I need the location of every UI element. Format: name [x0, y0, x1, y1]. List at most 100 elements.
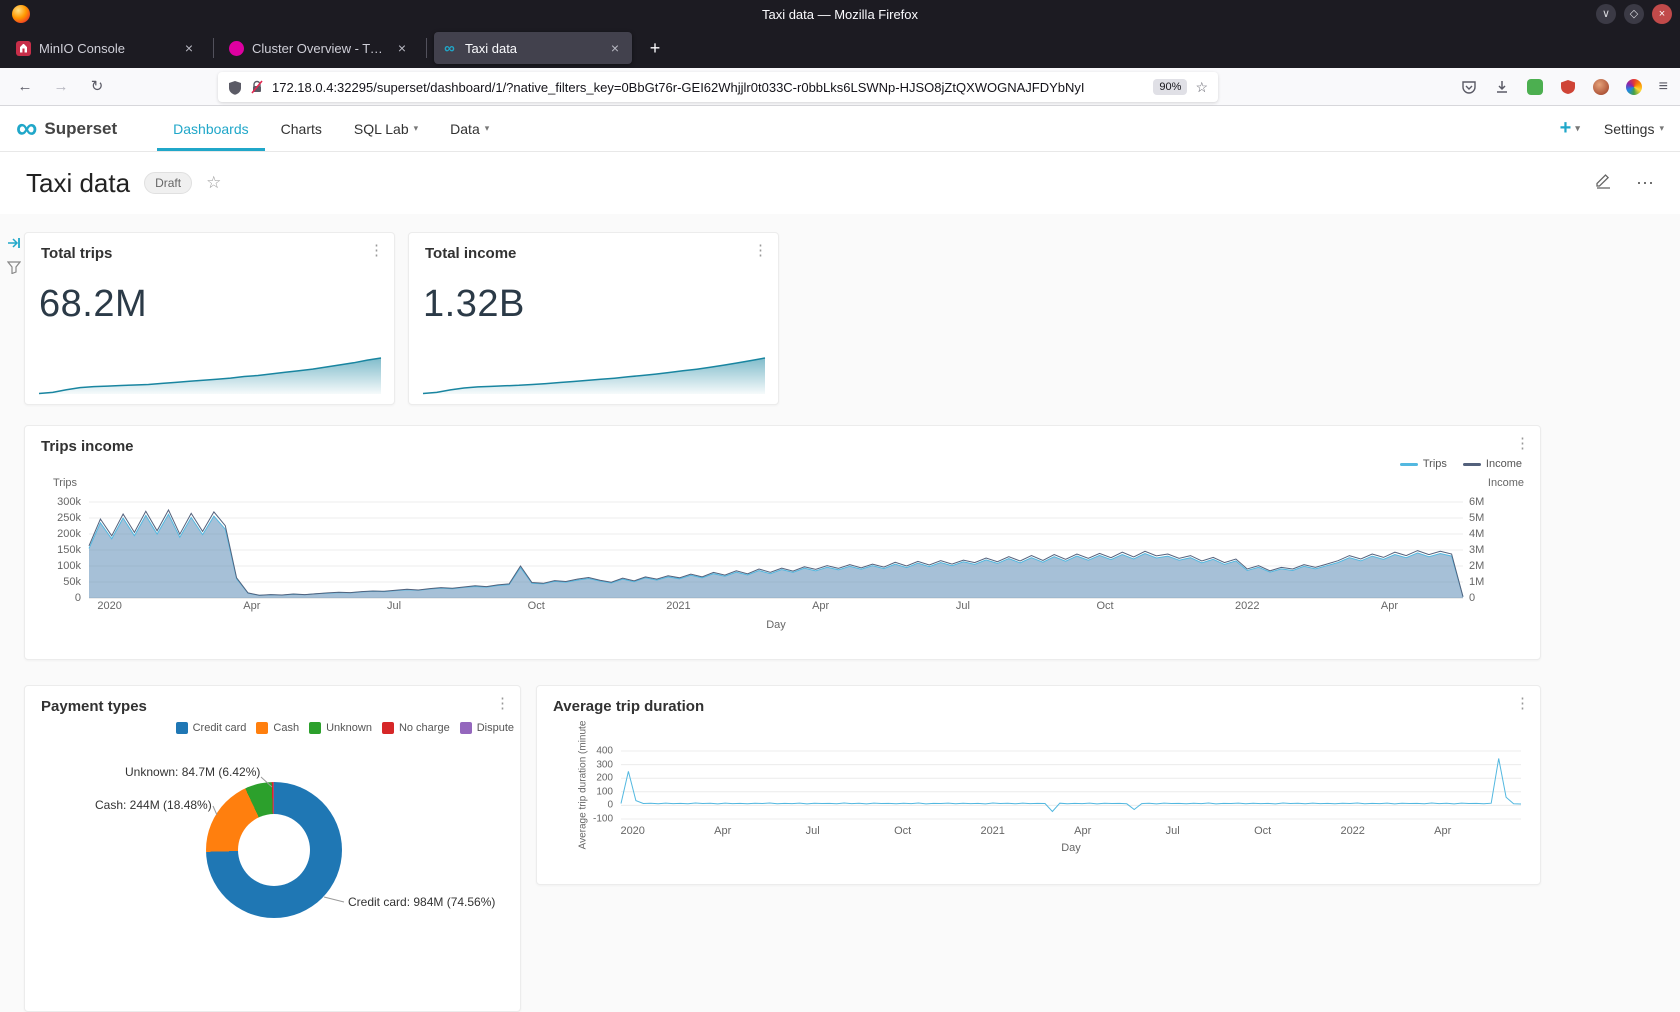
window-title: Taxi data — Mozilla Firefox	[0, 7, 1680, 22]
axis-tick-label: 4M	[1469, 528, 1484, 540]
axis-tick-label: 0	[75, 592, 81, 604]
privacy-extension-icon[interactable]	[1527, 79, 1543, 95]
firefox-logo-icon	[12, 5, 30, 23]
axis-tick-label: 2022	[1235, 600, 1259, 612]
axis-tick-label: 2022	[1340, 825, 1364, 837]
new-item-button[interactable]: +▾	[1560, 117, 1580, 140]
tab-close-icon[interactable]: ×	[606, 40, 624, 56]
bookmark-star-icon[interactable]: ☆	[1195, 79, 1208, 96]
nav-charts[interactable]: Charts	[265, 106, 338, 151]
tab-separator	[426, 38, 427, 58]
legend-item[interactable]: Unknown	[309, 722, 372, 734]
trips-income-plot[interactable]	[89, 502, 1463, 598]
trips-income-card: Trips income ⋮ TripsIncome Trips Income …	[24, 425, 1541, 660]
legend-label: Dispute	[477, 722, 514, 734]
axis-tick-label: 1M	[1469, 576, 1484, 588]
dashboard-more-menu-icon[interactable]: ⋯	[1636, 173, 1654, 194]
axis-tick-label: 0	[1469, 592, 1475, 604]
edit-pencil-icon[interactable]	[1595, 172, 1612, 194]
tab-separator	[213, 38, 214, 58]
chevron-down-icon: ▾	[1575, 123, 1580, 134]
axis-tick-label: Apr	[1381, 600, 1398, 612]
filter-icon[interactable]	[7, 260, 21, 279]
back-button[interactable]: ←	[10, 72, 40, 100]
chart-kebab-menu-icon[interactable]: ⋮	[1515, 694, 1530, 712]
chart-legend: Trips Income	[1400, 458, 1522, 470]
reload-button[interactable]: ↻	[82, 72, 112, 100]
total-income-sparkline	[423, 358, 765, 394]
left-axis-title: Trips	[53, 477, 77, 489]
tab-minio-console[interactable]: MinIO Console ×	[8, 32, 206, 64]
chart-legend: Credit card Cash Unknown No charge Dispute	[176, 722, 514, 734]
window-close-button[interactable]: ×	[1652, 4, 1672, 24]
pocket-icon[interactable]	[1461, 79, 1477, 95]
axis-tick-label: 100	[596, 786, 613, 797]
url-text: 172.18.0.4:32295/superset/dashboard/1/?n…	[272, 80, 1145, 95]
titlebar: Taxi data — Mozilla Firefox ∨ ◇ ×	[0, 0, 1680, 28]
axis-tick-label: 3M	[1469, 544, 1484, 556]
legend-swatch	[1463, 463, 1481, 466]
chevron-down-icon: ▾	[414, 123, 419, 134]
axis-tick-label: 300	[596, 759, 613, 770]
page-title: Taxi data	[26, 168, 130, 199]
payment-types-card: Payment types ⋮ Credit card Cash Unknown No…	[24, 685, 521, 1012]
hamburger-menu-icon[interactable]: ≡	[1659, 78, 1668, 96]
x-axis-ticks: 2020AprJulOct2021AprJulOct2022Apr	[621, 825, 1521, 839]
slice-annotation: Credit card: 984M (74.56%)	[348, 895, 495, 909]
legend-label: Unknown	[326, 722, 372, 734]
nav-data[interactable]: Data▾	[434, 106, 505, 151]
insecure-lock-icon[interactable]	[250, 80, 264, 94]
superset-logo[interactable]: ∞ Superset	[16, 117, 117, 141]
axis-tick-label: 2M	[1469, 560, 1484, 572]
expand-filter-bar-icon[interactable]	[7, 236, 21, 254]
extension-pinwheel-icon[interactable]	[1626, 79, 1642, 95]
legend-item[interactable]: Cash	[256, 722, 299, 734]
tab-taxi-data-active[interactable]: ∞ Taxi data ×	[434, 32, 632, 64]
url-bar[interactable]: 172.18.0.4:32295/superset/dashboard/1/?n…	[218, 72, 1218, 102]
tab-close-icon[interactable]: ×	[393, 40, 411, 56]
dashboard-header: Taxi data Draft ☆ ⋯	[0, 152, 1680, 214]
chart-title: Payment types	[41, 698, 147, 715]
axis-tick-label: 6M	[1469, 496, 1484, 508]
tab-label: Taxi data	[465, 41, 598, 56]
axis-tick-label: 300k	[57, 496, 81, 508]
forward-button[interactable]: →	[46, 72, 76, 100]
chart-kebab-menu-icon[interactable]: ⋮	[495, 694, 510, 712]
ublock-origin-icon[interactable]	[1560, 79, 1576, 95]
legend-item[interactable]: Dispute	[460, 722, 514, 734]
nav-dashboards[interactable]: Dashboards	[157, 106, 265, 151]
axis-tick-label: Oct	[894, 825, 911, 837]
avg-trip-duration-plot[interactable]	[621, 751, 1521, 819]
tab-bar: MinIO Console × Cluster Overview - Trino…	[0, 28, 1680, 68]
downloads-icon[interactable]	[1494, 79, 1510, 95]
legend-swatch	[256, 722, 268, 734]
legend-swatch	[1400, 463, 1418, 466]
window-minimize-button[interactable]: ∨	[1596, 4, 1616, 24]
dashboard-content: Total trips ⋮ 68.2M Total income ⋮ 1.32B…	[0, 214, 1680, 1012]
chart-kebab-menu-icon[interactable]: ⋮	[1515, 434, 1530, 452]
legend-item[interactable]: Trips	[1400, 458, 1447, 470]
tab-close-icon[interactable]: ×	[180, 40, 198, 56]
legend-item[interactable]: Credit card	[176, 722, 247, 734]
superset-header: ∞ Superset Dashboards Charts SQL Lab▾ Da…	[0, 106, 1680, 152]
chart-kebab-menu-icon[interactable]: ⋮	[753, 241, 768, 259]
settings-menu[interactable]: Settings▾	[1604, 121, 1664, 137]
zoom-level-badge[interactable]: 90%	[1153, 79, 1187, 95]
nav-sql-lab[interactable]: SQL Lab▾	[338, 106, 434, 151]
tab-label: MinIO Console	[39, 41, 172, 56]
window-maximize-button[interactable]: ◇	[1624, 4, 1644, 24]
chart-kebab-menu-icon[interactable]: ⋮	[369, 241, 384, 259]
legend-item[interactable]: No charge	[382, 722, 450, 734]
chevron-down-icon: ▾	[1659, 123, 1664, 134]
payment-types-donut[interactable]	[206, 782, 342, 918]
favorite-star-icon[interactable]: ☆	[206, 173, 221, 193]
tracking-protection-shield-icon[interactable]	[228, 80, 242, 95]
account-avatar[interactable]	[1593, 79, 1609, 95]
chart-title: Average trip duration	[553, 698, 704, 715]
legend-item[interactable]: Income	[1463, 458, 1522, 470]
tab-trino-cluster[interactable]: Cluster Overview - Trino ×	[221, 32, 419, 64]
new-tab-button[interactable]: +	[640, 33, 670, 63]
axis-tick-label: 2021	[666, 600, 690, 612]
axis-tick-label: 2020	[620, 825, 644, 837]
axis-tick-label: 200k	[57, 528, 81, 540]
